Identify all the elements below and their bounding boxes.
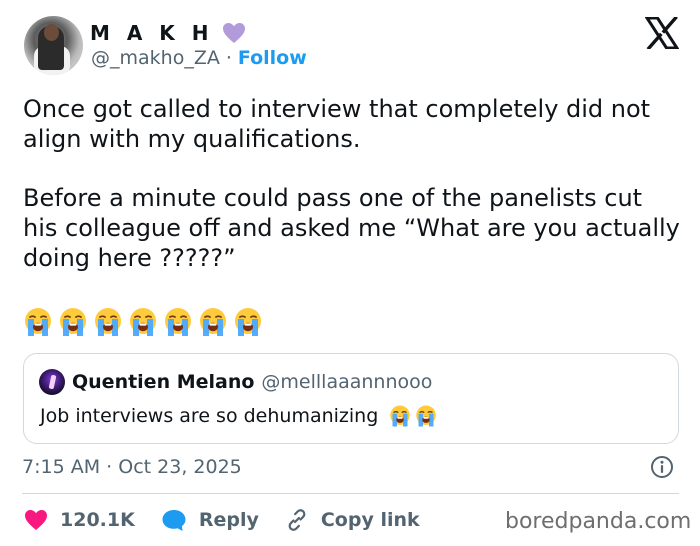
- info-icon[interactable]: [650, 455, 674, 479]
- follow-button[interactable]: Follow: [238, 47, 307, 69]
- copy-link-label: Copy link: [320, 509, 420, 531]
- loudly-crying-face-icon: [388, 404, 412, 428]
- author-display-name[interactable]: M A K H: [90, 21, 214, 45]
- author-name-row: M A K H: [90, 20, 246, 46]
- separator-dot: ·: [225, 47, 232, 69]
- reply-button[interactable]: Reply: [161, 508, 259, 532]
- loudly-crying-face-icon: [92, 306, 124, 338]
- reply-label: Reply: [198, 509, 259, 531]
- boredpanda-watermark: boredpanda.com: [505, 509, 692, 534]
- heart-icon: [25, 510, 47, 530]
- quoted-tweet[interactable]: Quentien Melano @melllaaannnooo Job inte…: [23, 353, 679, 444]
- loudly-crying-face-icon: [127, 306, 159, 338]
- loudly-crying-face-icon: [232, 306, 264, 338]
- tweet-paragraph-2: Before a minute could pass one of the pa…: [23, 184, 680, 272]
- quoted-tweet-text: Job interviews are so dehumanizing: [40, 405, 379, 427]
- tweet-timestamp[interactable]: 7:15 AM · Oct 23, 2025: [22, 456, 242, 478]
- loudly-crying-face-icon: [22, 306, 54, 338]
- loudly-crying-face-icon: [162, 306, 194, 338]
- like-button[interactable]: 120.1K: [24, 509, 135, 531]
- quoted-tweet-text-row: Job interviews are so dehumanizing: [40, 404, 438, 428]
- x-logo-icon[interactable]: [644, 15, 680, 51]
- copy-link-button[interactable]: Copy link: [285, 508, 420, 532]
- like-count: 120.1K: [60, 509, 135, 531]
- crying-emoji-row: [22, 306, 264, 338]
- quoted-author-avatar: [39, 369, 65, 395]
- action-divider: [22, 493, 679, 494]
- quoted-author-handle: @melllaaannnooo: [261, 371, 433, 393]
- loudly-crying-face-icon: [57, 306, 89, 338]
- quoted-author-name: Quentien Melano: [72, 371, 255, 393]
- author-avatar[interactable]: [24, 16, 83, 75]
- reply-bubble-icon: [162, 510, 186, 531]
- tweet-date: Oct 23, 2025: [118, 456, 242, 478]
- purple-heart-icon: [222, 22, 246, 44]
- tweet-text: Once got called to interview that comple…: [23, 94, 683, 273]
- tweet-paragraph-1: Once got called to interview that comple…: [23, 95, 651, 153]
- loudly-crying-face-icon: [414, 404, 438, 428]
- avatar-face: [44, 24, 59, 41]
- loudly-crying-face-icon: [197, 306, 229, 338]
- action-bar: 120.1K Reply Copy link: [24, 505, 446, 535]
- timestamp-separator: ·: [106, 456, 113, 478]
- author-handle-row: @_makho_ZA · Follow: [91, 47, 307, 69]
- quoted-tweet-header: Quentien Melano @melllaaannnooo: [39, 369, 432, 395]
- tweet-time: 7:15 AM: [22, 456, 101, 478]
- author-handle[interactable]: @_makho_ZA: [91, 47, 220, 69]
- link-icon: [288, 509, 306, 531]
